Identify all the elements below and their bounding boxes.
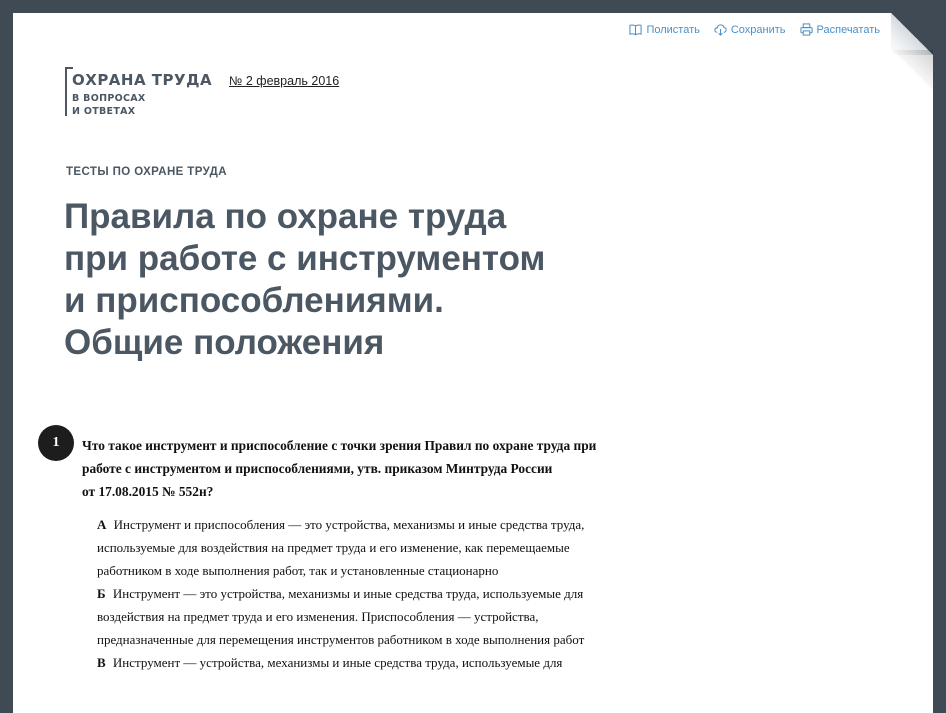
answer-line: воздействия на предмет труда и его измен… [97,609,539,624]
answer-option-b[interactable]: Б Инструмент — это устройства, механизмы… [97,582,657,651]
article-title: Правила по охране труда при работе с инс… [64,196,624,364]
magazine-logo[interactable]: ОХРАНА ТРУДА В ВОПРОСАХ И ОТВЕТАХ [65,67,212,116]
question-line: от 17.08.2015 № 552н? [82,484,214,499]
print-button[interactable]: Распечатать [799,23,880,36]
answer-line: предназначенные для перемещения инструме… [97,632,585,647]
answer-option-c[interactable]: В Инструмент — устройства, механизмы и и… [97,651,657,674]
title-line: и приспособлениями. [64,281,444,320]
question-line: Что такое инструмент и приспособление с … [82,438,597,453]
question-number-badge: 1 [38,425,74,461]
answer-letter: В [97,655,106,670]
answer-letter: А [97,517,107,532]
answer-line: работником в ходе выполнения работ, так … [97,563,499,578]
browse-button[interactable]: Полистать [629,23,700,36]
logo-bracket [65,67,73,69]
logo-line-2: В ВОПРОСАХ [72,93,146,104]
title-line: Правила по охране труда [64,197,507,236]
logo-line-3: И ОТВЕТАХ [72,105,136,117]
answer-line: Инструмент — устройства, механизмы и ины… [112,655,563,670]
print-label: Распечатать [816,23,880,36]
answer-line: Инструмент и приспособления — это устрой… [113,517,585,532]
book-icon [629,24,643,36]
issue-link[interactable]: № 2 февраль 2016 [229,74,339,88]
save-label: Сохранить [730,23,786,36]
document-toolbar: Полистать Сохранить Распечатать [629,23,880,36]
answer-letter: Б [97,586,106,601]
title-line: при работе с инструментом [64,239,546,278]
browse-label: Полистать [646,23,700,36]
answer-line: Инструмент — это устройства, механизмы и… [112,586,584,601]
cloud-download-icon [714,24,727,36]
section-rubric: ТЕСТЫ ПО ОХРАНЕ ТРУДА [66,166,227,178]
page-curl-corner[interactable] [891,13,933,55]
question-line: работе с инструментом и приспособлениями… [82,461,553,476]
printer-icon [799,23,813,36]
question-text: Что такое инструмент и приспособление с … [82,434,652,503]
answer-line: используемые для воздействия на предмет … [97,540,570,555]
title-line: Общие положения [64,323,385,362]
answer-options: А Инструмент и приспособления — это устр… [97,513,657,674]
save-button[interactable]: Сохранить [714,23,786,36]
answer-option-a[interactable]: А Инструмент и приспособления — это устр… [97,513,657,582]
logo-line-1: ОХРАНА ТРУДА [72,71,213,89]
